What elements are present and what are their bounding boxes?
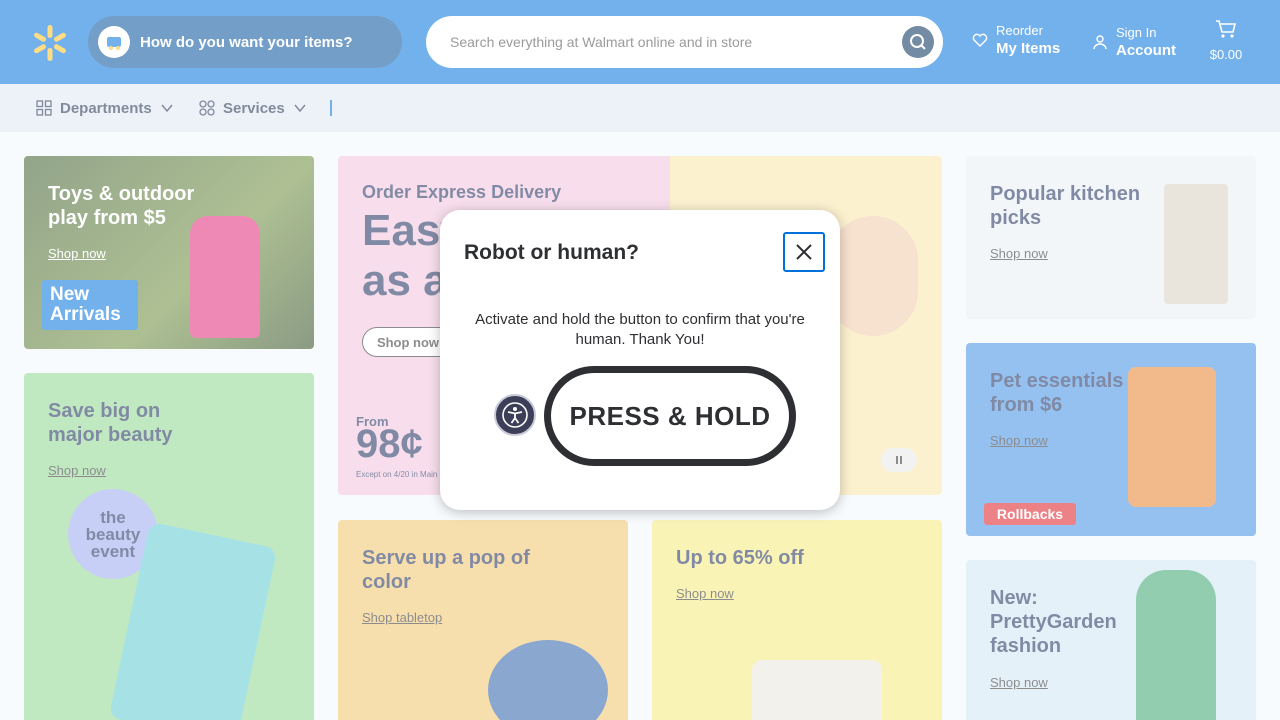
dialog-message: Activate and hold the button to confirm … — [475, 311, 805, 348]
accessibility-button[interactable] — [494, 394, 536, 436]
close-icon — [796, 244, 812, 260]
accessibility-icon — [502, 402, 528, 428]
dialog-title: Robot or human? — [464, 241, 639, 264]
close-button[interactable] — [783, 232, 825, 272]
captcha-dialog: Robot or human? Activate and hold the bu… — [440, 210, 840, 510]
press-and-hold-button[interactable]: PRESS & HOLD — [544, 366, 796, 466]
